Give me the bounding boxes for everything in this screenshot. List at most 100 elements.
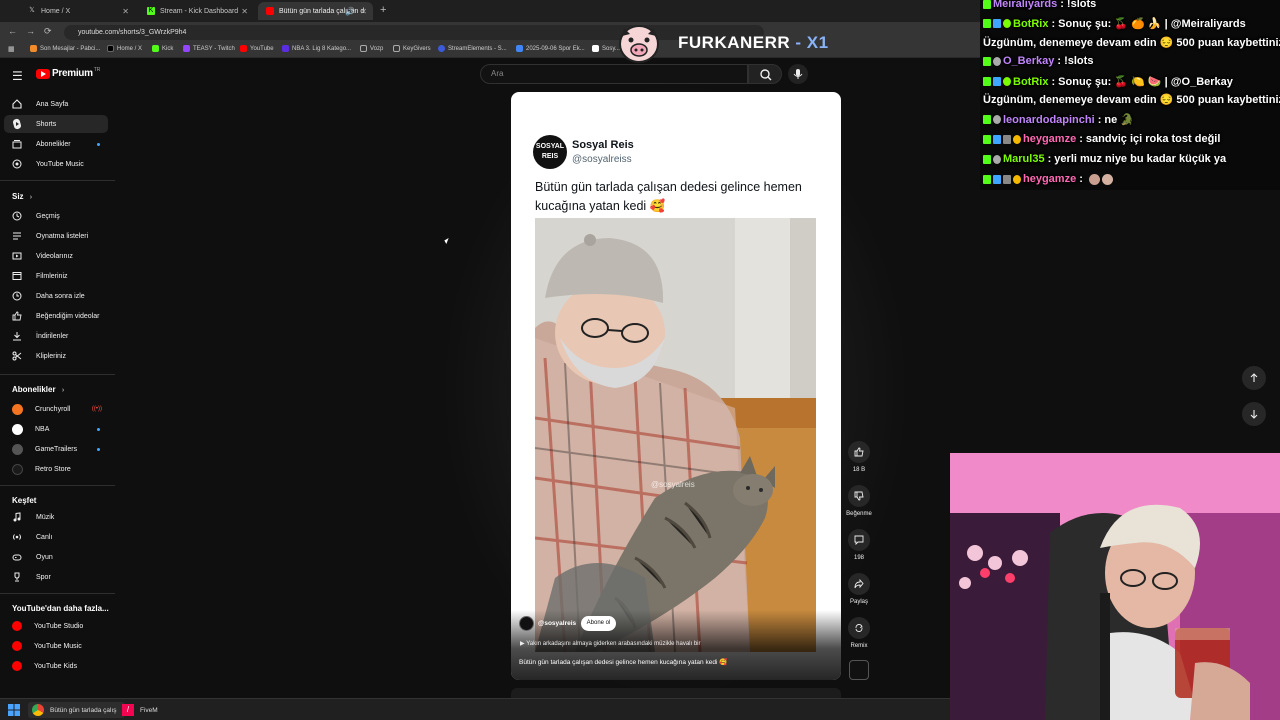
dislike-label: Beğenme: [846, 511, 872, 517]
close-icon[interactable]: ✕: [241, 7, 248, 16]
bookmarks-bar: ▦ Son Mesajlar - Pabci... Home / X Kick …: [0, 42, 980, 58]
bookmark-item[interactable]: Vozp: [360, 45, 383, 52]
subscribe-button[interactable]: Abone ol: [581, 616, 616, 631]
share-button[interactable]: Paylaş: [846, 573, 872, 605]
address-bar-row: ← → ⟳ youtube.com/shorts/3_GWrzkP9h4: [0, 22, 980, 42]
sidebar-item-label: Videolarınız: [36, 252, 73, 260]
sidebar-section-you[interactable]: Siz ›: [12, 192, 32, 201]
sound-avatar-icon[interactable]: [849, 660, 869, 680]
bookmark-label: Son Mesajlar - Pabci...: [40, 45, 101, 52]
apps-icon[interactable]: ▦: [8, 45, 15, 53]
user-badge-icon: [993, 154, 1001, 164]
music-title: Yakın arkadaşını almaya giderken arabası…: [526, 641, 701, 647]
arrow-up-icon: [1250, 373, 1258, 382]
sosyal-icon: [592, 45, 599, 52]
next-short-button[interactable]: [1242, 402, 1266, 426]
new-tab-button[interactable]: +: [380, 4, 386, 16]
taskbar-item-chrome[interactable]: Bütün gün tarlada çalış: [28, 702, 125, 718]
back-icon[interactable]: ←: [8, 26, 17, 36]
sidebar-item-home[interactable]: Ana Sayfa: [4, 95, 108, 113]
comments-button[interactable]: 198: [846, 529, 872, 561]
speaker-icon[interactable]: 🔊: [345, 7, 355, 16]
bookmark-item[interactable]: YouTube: [240, 45, 274, 52]
sidebar-item-clips[interactable]: Klipleriniz: [4, 347, 108, 365]
sidebar-channel-gametrailers[interactable]: GameTrailers: [4, 440, 108, 458]
bot-badge-icon: [993, 19, 1001, 28]
forward-icon[interactable]: →: [26, 26, 35, 36]
sidebar-item-gaming[interactable]: Oyun: [4, 548, 108, 566]
sidebar-channel-retro-store[interactable]: Retro Store: [4, 460, 108, 478]
close-icon[interactable]: ✕: [360, 7, 367, 16]
sidebar-item-downloads[interactable]: İndirilenler: [4, 327, 108, 345]
sidebar-item-music[interactable]: Müzik: [4, 508, 108, 526]
tweet-author-name: Sosyal Reis: [572, 139, 634, 151]
chat-text: : !slots: [1057, 55, 1094, 67]
bookmark-item[interactable]: KeyGivers: [393, 45, 431, 52]
channel-avatar[interactable]: [519, 616, 534, 631]
sidebar-item-playlists[interactable]: Oynatma listeleri: [4, 227, 108, 245]
bookmark-item[interactable]: TEASY - Twitch: [183, 45, 235, 52]
sidebar-section-subscriptions[interactable]: Abonelikler ›: [12, 385, 64, 394]
gold-badge-icon: [1013, 134, 1021, 144]
youtube-logo-icon: [36, 68, 50, 79]
remix-button[interactable]: Remix: [846, 617, 872, 649]
bookmark-label: 2025-09-06 Spor Ek...: [526, 45, 585, 52]
bookmark-item[interactable]: NBA 3. Lig 8 Katego...: [282, 45, 351, 52]
sidebar-item-sports[interactable]: Spor: [4, 568, 108, 586]
sidebar-item-liked-videos[interactable]: Beğendiğim videolar: [4, 307, 108, 325]
previous-short-button[interactable]: [1242, 366, 1266, 390]
chat-message: leonardodapinchi : ne 🐊: [983, 113, 1134, 126]
menu-icon[interactable]: ☰: [12, 69, 23, 83]
bookmark-item[interactable]: Home / X: [107, 45, 142, 52]
bookmark-label: Kick: [162, 45, 174, 52]
remix-label: Remix: [850, 643, 868, 649]
chat-text: : yerli muz niye bu kadar küçük ya: [1047, 153, 1227, 165]
sidebar-item-shorts[interactable]: Shorts: [4, 115, 108, 133]
sidebar-section-explore: Keşfet: [12, 496, 37, 505]
bookmark-item[interactable]: StreamElements - S...: [438, 45, 507, 52]
x-icon: [107, 45, 114, 52]
youtube-premium-logo[interactable]: Premium TR: [36, 66, 101, 79]
youtube-studio-icon: [12, 621, 22, 631]
shorts-player[interactable]: SOSYAL REIS Sosyal Reis @sosyalreiss Büt…: [511, 92, 841, 680]
close-icon[interactable]: ✕: [122, 7, 129, 16]
sidebar-item-youtube-studio[interactable]: YouTube Studio: [4, 617, 108, 635]
chat-message: BotRix : Sonuç şu: 🍒 🍊 🍌 | @Meiraliyards: [983, 17, 1246, 30]
kick-badge-icon: [983, 77, 991, 86]
sidebar-channel-crunchyroll[interactable]: Crunchyroll ((•)): [4, 400, 108, 418]
sidebar-item-history[interactable]: Geçmiş: [4, 207, 108, 225]
windows-start-button[interactable]: [8, 702, 20, 718]
sidebar-channel-nba[interactable]: NBA: [4, 420, 108, 438]
webcam-feed-image: [950, 453, 1280, 720]
music-attribution[interactable]: ▶ Yakın arkadaşını almaya giderken araba…: [520, 640, 701, 647]
sidebar-item-movies[interactable]: Filmleriniz: [4, 267, 108, 285]
sidebar-item-subscriptions[interactable]: Abonelikler: [4, 135, 108, 153]
sidebar-item-watch-later[interactable]: Daha sonra izle: [4, 287, 108, 305]
taskbar-item-fivem[interactable]: / FiveM: [122, 702, 158, 718]
bookmark-item[interactable]: 2025-09-06 Spor Ek...: [516, 45, 585, 52]
tab-kick-dashboard[interactable]: K Stream - Kick Dashboard ✕: [139, 2, 254, 20]
tab-home-x[interactable]: 𝕏 Home / X ✕: [20, 2, 135, 20]
history-icon: [11, 210, 23, 222]
like-button[interactable]: 18 B: [846, 441, 872, 473]
tab-youtube-short[interactable]: Bütün gün tarlada çalışan d 🔊 ✕: [258, 2, 373, 20]
logo-word: Premium: [52, 68, 93, 79]
sidebar-section-more: YouTube'dan daha fazla...: [12, 604, 109, 613]
bookmark-item[interactable]: Kick: [152, 45, 173, 52]
playlist-icon: [11, 230, 23, 242]
sidebar-item-youtube-music-app[interactable]: YouTube Music: [4, 637, 108, 655]
sidebar-item-live[interactable]: Canlı: [4, 528, 108, 546]
sidebar-item-youtube-kids[interactable]: YouTube Kids: [4, 657, 108, 675]
divider: [0, 180, 115, 181]
kick-icon: K: [147, 7, 155, 15]
sidebar-item-your-videos[interactable]: Videolarınız: [4, 247, 108, 265]
sidebar-item-youtube-music[interactable]: YouTube Music: [4, 155, 108, 173]
chat-username: leonardodapinchi: [1003, 113, 1095, 126]
bookmark-item[interactable]: Son Mesajlar - Pabci...: [30, 45, 100, 52]
reload-icon[interactable]: ⟳: [44, 26, 52, 37]
dislike-button[interactable]: Beğenme: [846, 485, 872, 517]
bookmark-label: StreamElements - S...: [448, 45, 507, 52]
channel-name[interactable]: @sosyalreis: [538, 620, 576, 627]
sidebar-item-label: Filmleriniz: [36, 272, 68, 280]
logo-country: TR: [93, 66, 101, 73]
